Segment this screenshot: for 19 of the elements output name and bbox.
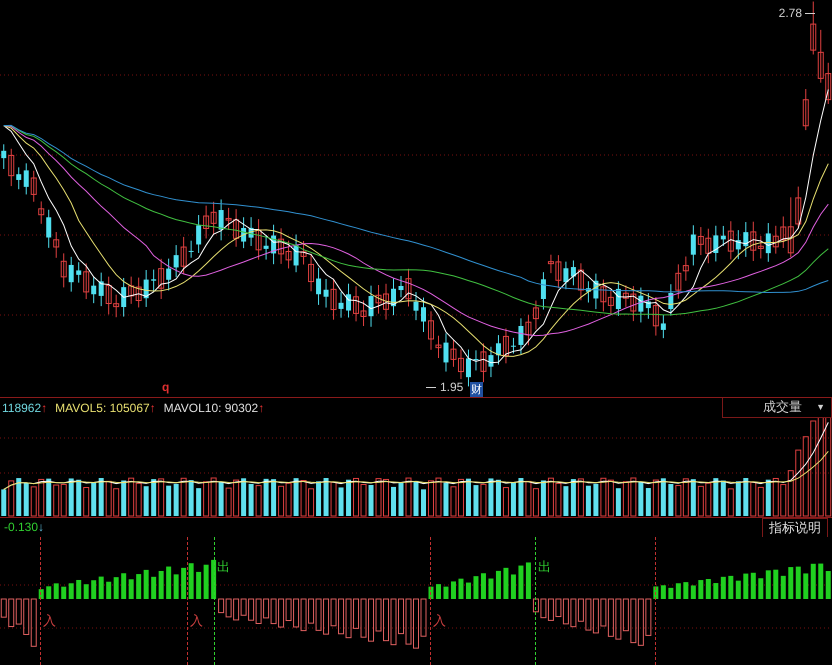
high-price-label: 2.78: [778, 6, 802, 20]
legend-text: 118962: [2, 400, 42, 415]
sell-signal-label: 出: [538, 561, 551, 574]
trend-arrow: ↑: [41, 400, 48, 415]
legend-text: MAVOL10: 90302: [164, 400, 258, 415]
buy-signal-label: 入: [433, 615, 446, 628]
indicator-value: -0.130: [4, 520, 38, 534]
trend-arrow: ↑: [258, 400, 264, 415]
indicator-help-button[interactable]: 指标说明: [762, 518, 828, 537]
buy-signal-label: 入: [190, 615, 203, 628]
legend-text: MAVOL5: 105067: [55, 400, 150, 415]
trend-arrow: ↓: [38, 520, 44, 534]
event-badge: 财: [470, 382, 483, 397]
indicator-dropdown[interactable]: 成交量 ▼: [722, 398, 832, 418]
low-price-label: 1.95: [438, 380, 466, 394]
trend-arrow: ↑: [150, 400, 156, 415]
buy-signal-label: 入: [43, 615, 56, 628]
marker-label: q: [162, 380, 170, 394]
sell-signal-label: 出: [217, 561, 230, 574]
